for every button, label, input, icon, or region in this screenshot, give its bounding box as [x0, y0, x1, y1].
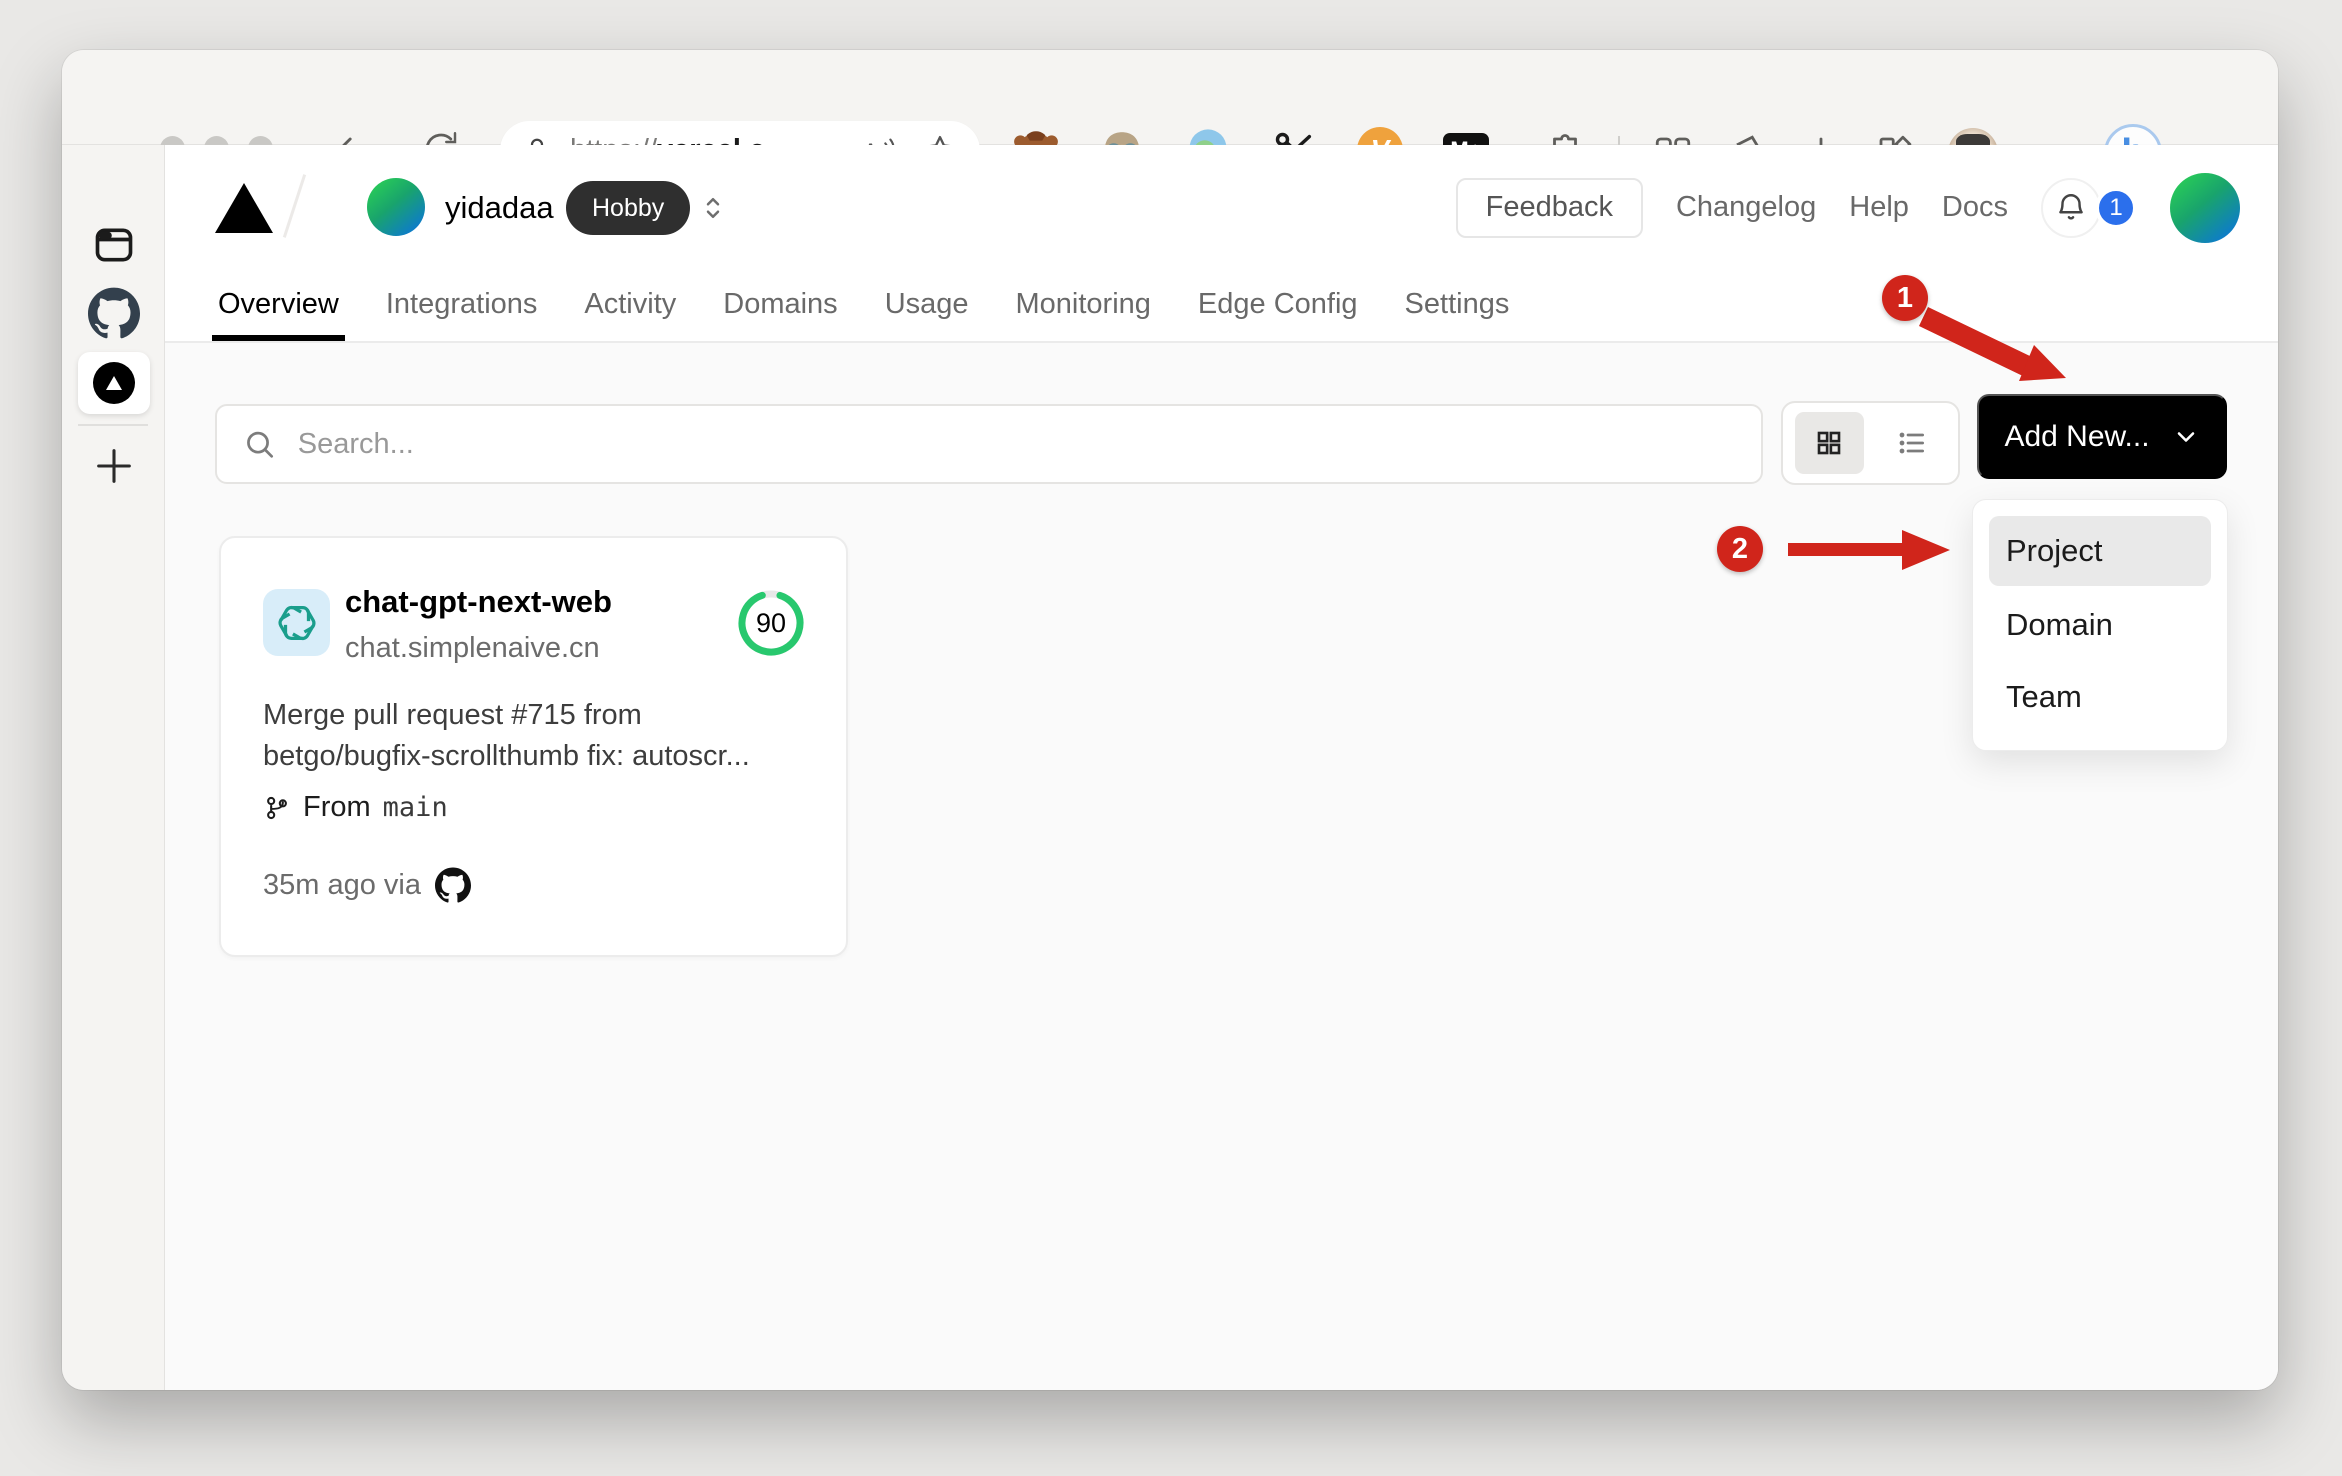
annotation-step-2: 2 [1717, 526, 1763, 572]
dashboard-nav-tabs: Overview Integrations Activity Domains U… [212, 268, 1510, 341]
score-value: 90 [755, 607, 787, 638]
git-branch-icon [267, 796, 287, 819]
notification-count-badge: 1 [2095, 186, 2137, 229]
add-new-label: Add New... [2004, 419, 2150, 453]
tab-actions-button[interactable] [62, 223, 165, 267]
tab-usage[interactable]: Usage [885, 268, 969, 341]
annotation-2-number: 2 [1731, 532, 1749, 565]
changelog-link[interactable]: Changelog [1676, 191, 1816, 224]
project-search[interactable] [215, 404, 1763, 484]
annotation-1-number: 1 [1896, 281, 1914, 314]
github-icon [435, 867, 471, 903]
docs-link[interactable]: Docs [1942, 191, 2008, 224]
openai-logo-icon [277, 605, 316, 640]
project-card[interactable]: chat-gpt-next-web chat.simplenaive.cn 90… [219, 536, 848, 957]
add-new-dropdown: Project Domain Team [1972, 499, 2228, 751]
tab-settings[interactable]: Settings [1405, 268, 1510, 341]
project-name[interactable]: chat-gpt-next-web [345, 584, 612, 620]
commit-line-1: Merge pull request #715 from [263, 699, 642, 731]
team-avatar[interactable] [367, 178, 425, 236]
branch-name[interactable]: main [383, 792, 448, 823]
vercel-logo[interactable] [215, 183, 273, 233]
latest-commit-message[interactable]: Merge pull request #715 from betgo/bugfi… [263, 695, 803, 777]
add-new-button[interactable]: Add New... [1977, 394, 2227, 479]
tab-vercel-active[interactable] [62, 352, 165, 414]
tab-activity[interactable]: Activity [584, 268, 676, 341]
tab-overview[interactable]: Overview [212, 268, 345, 341]
github-icon [87, 287, 140, 339]
score-ring[interactable]: 90 [737, 589, 805, 657]
branch-prefix: From [303, 791, 371, 823]
feedback-button[interactable]: Feedback [1455, 177, 1643, 238]
bell-icon [2059, 193, 2083, 220]
active-tab-card [77, 352, 150, 414]
search-icon [247, 431, 274, 458]
help-link[interactable]: Help [1849, 191, 1909, 224]
deployment-meta-row: 35m ago via [263, 867, 471, 903]
vercel-dashboard-page: yidadaa Hobby Feedback Changelog Help Do… [165, 145, 2278, 1390]
menu-item-team[interactable]: Team [1989, 661, 2211, 733]
team-name[interactable]: yidadaa [445, 145, 554, 270]
browser-window: https://vercel.c... A 2 V M↓ [62, 50, 2278, 1390]
browser-toolbar: https://vercel.c... A 2 V M↓ [62, 50, 2278, 182]
tab-edge-config[interactable]: Edge Config [1198, 268, 1358, 341]
new-tab-button[interactable] [62, 443, 165, 489]
deployed-time: 35m ago via [263, 868, 421, 901]
tab-monitoring[interactable]: Monitoring [1016, 268, 1151, 341]
dashboard-content: Add New... Project Domain Team [165, 343, 2278, 1390]
view-toggle-group [1781, 401, 1960, 485]
menu-item-domain[interactable]: Domain [1989, 589, 2211, 661]
list-view-icon [1899, 432, 1924, 454]
commit-line-2: betgo/bugfix-scrollthumb fix: autoscr... [263, 740, 750, 772]
project-favicon [263, 589, 330, 656]
plus-icon [96, 449, 131, 483]
sidebar-panel-icon [95, 228, 132, 262]
annotation-step-1: 1 [1882, 275, 1928, 321]
vercel-triangle-icon [105, 376, 122, 390]
chevron-updown-icon [706, 198, 720, 218]
vercel-favicon [92, 362, 135, 404]
user-avatar[interactable] [2170, 172, 2240, 243]
breadcrumb-slash [282, 174, 307, 238]
bell-circle [2041, 177, 2101, 238]
tabstrip-divider [78, 424, 148, 426]
branch-row: From main [263, 791, 448, 824]
team-switcher-button[interactable] [693, 181, 733, 235]
vertical-tab-strip [62, 145, 165, 1390]
chevron-down-icon [2177, 431, 2194, 442]
grid-view-button[interactable] [1795, 412, 1864, 474]
grid-view-icon [1817, 431, 1841, 455]
search-input[interactable] [297, 427, 1735, 461]
header-right-actions: Feedback Changelog Help Docs 1 [1455, 145, 2240, 270]
vercel-site-header: yidadaa Hobby Feedback Changelog Help Do… [165, 145, 2278, 343]
tab-integrations[interactable]: Integrations [386, 268, 538, 341]
plan-badge: Hobby [566, 181, 691, 235]
notifications-button[interactable]: 1 [2041, 177, 2137, 238]
menu-item-project[interactable]: Project [1989, 516, 2211, 586]
list-view-button[interactable] [1878, 412, 1947, 474]
project-domain[interactable]: chat.simplenaive.cn [345, 632, 600, 665]
scope-selector-row: yidadaa Hobby Feedback Changelog Help Do… [165, 145, 2278, 270]
tab-domains[interactable]: Domains [723, 268, 837, 341]
tab-github[interactable] [62, 287, 165, 339]
